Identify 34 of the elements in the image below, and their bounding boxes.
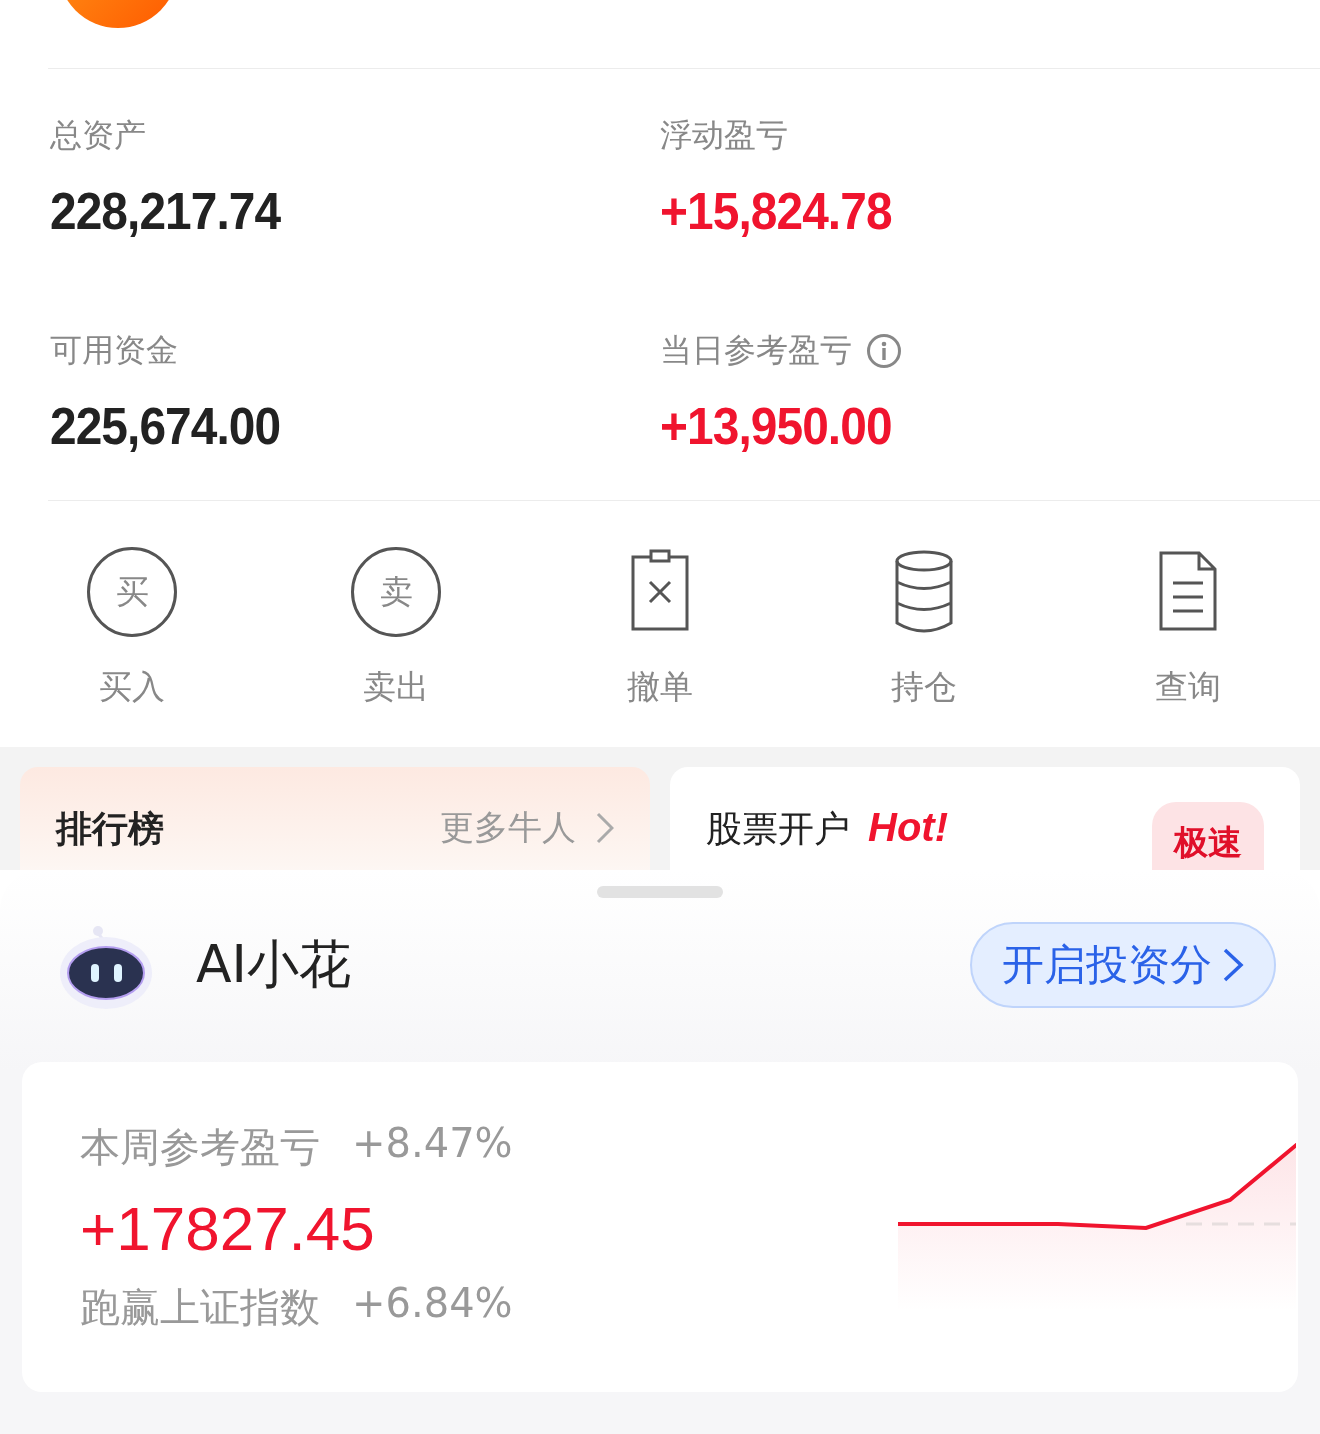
drag-handle[interactable] bbox=[597, 886, 723, 898]
more-link[interactable]: 更多牛人 bbox=[440, 805, 576, 851]
action-button[interactable]: 买 买入 bbox=[0, 547, 264, 747]
chevron-right-icon bbox=[1222, 947, 1244, 983]
action-button[interactable]: 卖 卖出 bbox=[264, 547, 528, 747]
card-title: 排行榜 bbox=[56, 807, 164, 851]
stat-label: 总资产 bbox=[50, 115, 146, 156]
hot-tag: Hot! bbox=[868, 805, 948, 850]
benchmark-label: 跑赢上证指数 bbox=[80, 1283, 320, 1332]
weekly-percent: +8.47% bbox=[352, 1120, 513, 1168]
account-card[interactable]: 股票开户 Hot! 极速 bbox=[670, 767, 1300, 870]
stat-value: +15,824.78 bbox=[660, 181, 893, 241]
chevron-right-icon bbox=[596, 812, 614, 844]
weekly-card[interactable]: 本周参考盈亏 +8.47% +17827.45 跑赢上证指数 +6.84% bbox=[22, 1062, 1298, 1392]
benchmark-percent: +6.84% bbox=[352, 1280, 513, 1328]
info-icon[interactable] bbox=[866, 333, 902, 369]
weekly-amount: +17827.45 bbox=[80, 1193, 376, 1264]
stat-value: 225,674.00 bbox=[50, 396, 282, 456]
speed-badge: 极速 bbox=[1152, 802, 1264, 870]
ranking-card[interactable]: 排行榜 更多牛人 bbox=[20, 767, 650, 870]
action-button[interactable]: 查询 bbox=[1056, 547, 1320, 747]
circled-character-icon: 买 bbox=[87, 547, 177, 637]
circled-character-icon: 卖 bbox=[351, 547, 441, 637]
stat-label: 浮动盈亏 bbox=[660, 115, 788, 156]
stat-value: +13,950.00 bbox=[660, 396, 893, 456]
stat-value: 228,217.74 bbox=[50, 181, 282, 241]
action-button[interactable]: 持仓 bbox=[792, 547, 1056, 747]
stat-label: 可用资金 bbox=[50, 330, 178, 371]
weekly-label: 本周参考盈亏 bbox=[80, 1123, 320, 1172]
action-button[interactable]: 撤单 bbox=[528, 547, 792, 747]
assistant-name: AI小花 bbox=[196, 933, 351, 996]
stat-label: 当日参考盈亏 bbox=[660, 330, 852, 371]
card-title: 股票开户 bbox=[706, 807, 850, 851]
enable-score-button[interactable]: 开启投资分 bbox=[970, 922, 1276, 1008]
